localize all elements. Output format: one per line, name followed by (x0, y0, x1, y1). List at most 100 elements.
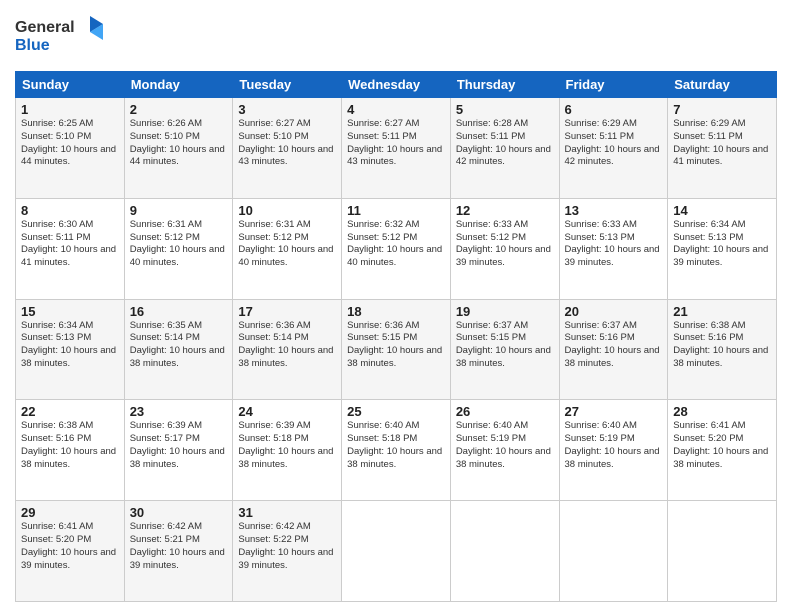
day-number: 14 (673, 203, 771, 218)
header: General Blue (15, 10, 777, 63)
cell-info: Sunrise: 6:40 AMSunset: 5:18 PMDaylight:… (347, 420, 445, 471)
day-number: 30 (130, 505, 228, 520)
calendar-cell: 30Sunrise: 6:42 AMSunset: 5:21 PMDayligh… (124, 501, 233, 602)
week-row-2: 8Sunrise: 6:30 AMSunset: 5:11 PMDaylight… (16, 198, 777, 299)
cell-info: Sunrise: 6:26 AMSunset: 5:10 PMDaylight:… (130, 118, 228, 169)
cell-info: Sunrise: 6:38 AMSunset: 5:16 PMDaylight:… (21, 420, 119, 471)
day-number: 7 (673, 102, 771, 117)
cell-info: Sunrise: 6:36 AMSunset: 5:14 PMDaylight:… (238, 320, 336, 371)
cell-info: Sunrise: 6:31 AMSunset: 5:12 PMDaylight:… (238, 219, 336, 270)
cell-info: Sunrise: 6:40 AMSunset: 5:19 PMDaylight:… (565, 420, 663, 471)
weekday-tuesday: Tuesday (233, 72, 342, 98)
calendar-cell: 8Sunrise: 6:30 AMSunset: 5:11 PMDaylight… (16, 198, 125, 299)
weekday-sunday: Sunday (16, 72, 125, 98)
day-number: 4 (347, 102, 445, 117)
cell-info: Sunrise: 6:29 AMSunset: 5:11 PMDaylight:… (673, 118, 771, 169)
calendar-cell: 20Sunrise: 6:37 AMSunset: 5:16 PMDayligh… (559, 299, 668, 400)
day-number: 29 (21, 505, 119, 520)
day-number: 13 (565, 203, 663, 218)
calendar-cell (668, 501, 777, 602)
calendar-cell: 10Sunrise: 6:31 AMSunset: 5:12 PMDayligh… (233, 198, 342, 299)
weekday-thursday: Thursday (450, 72, 559, 98)
week-row-4: 22Sunrise: 6:38 AMSunset: 5:16 PMDayligh… (16, 400, 777, 501)
cell-info: Sunrise: 6:29 AMSunset: 5:11 PMDaylight:… (565, 118, 663, 169)
cell-info: Sunrise: 6:41 AMSunset: 5:20 PMDaylight:… (673, 420, 771, 471)
cell-info: Sunrise: 6:42 AMSunset: 5:21 PMDaylight:… (130, 521, 228, 572)
calendar-table: SundayMondayTuesdayWednesdayThursdayFrid… (15, 71, 777, 602)
day-number: 24 (238, 404, 336, 419)
day-number: 15 (21, 304, 119, 319)
calendar-cell: 17Sunrise: 6:36 AMSunset: 5:14 PMDayligh… (233, 299, 342, 400)
cell-info: Sunrise: 6:39 AMSunset: 5:18 PMDaylight:… (238, 420, 336, 471)
day-number: 25 (347, 404, 445, 419)
calendar-cell: 24Sunrise: 6:39 AMSunset: 5:18 PMDayligh… (233, 400, 342, 501)
logo-text: General Blue (15, 14, 105, 63)
day-number: 21 (673, 304, 771, 319)
calendar-cell: 3Sunrise: 6:27 AMSunset: 5:10 PMDaylight… (233, 98, 342, 199)
weekday-monday: Monday (124, 72, 233, 98)
calendar-cell: 29Sunrise: 6:41 AMSunset: 5:20 PMDayligh… (16, 501, 125, 602)
calendar-cell: 16Sunrise: 6:35 AMSunset: 5:14 PMDayligh… (124, 299, 233, 400)
cell-info: Sunrise: 6:28 AMSunset: 5:11 PMDaylight:… (456, 118, 554, 169)
day-number: 9 (130, 203, 228, 218)
calendar-cell (342, 501, 451, 602)
day-number: 28 (673, 404, 771, 419)
day-number: 6 (565, 102, 663, 117)
weekday-friday: Friday (559, 72, 668, 98)
calendar-cell: 18Sunrise: 6:36 AMSunset: 5:15 PMDayligh… (342, 299, 451, 400)
calendar-cell: 7Sunrise: 6:29 AMSunset: 5:11 PMDaylight… (668, 98, 777, 199)
cell-info: Sunrise: 6:27 AMSunset: 5:10 PMDaylight:… (238, 118, 336, 169)
calendar-cell: 28Sunrise: 6:41 AMSunset: 5:20 PMDayligh… (668, 400, 777, 501)
cell-info: Sunrise: 6:39 AMSunset: 5:17 PMDaylight:… (130, 420, 228, 471)
calendar-cell: 13Sunrise: 6:33 AMSunset: 5:13 PMDayligh… (559, 198, 668, 299)
day-number: 26 (456, 404, 554, 419)
svg-text:General: General (15, 19, 75, 36)
calendar-cell: 4Sunrise: 6:27 AMSunset: 5:11 PMDaylight… (342, 98, 451, 199)
day-number: 12 (456, 203, 554, 218)
logo: General Blue (15, 14, 105, 63)
calendar-cell: 26Sunrise: 6:40 AMSunset: 5:19 PMDayligh… (450, 400, 559, 501)
cell-info: Sunrise: 6:36 AMSunset: 5:15 PMDaylight:… (347, 320, 445, 371)
day-number: 3 (238, 102, 336, 117)
calendar-cell: 11Sunrise: 6:32 AMSunset: 5:12 PMDayligh… (342, 198, 451, 299)
cell-info: Sunrise: 6:33 AMSunset: 5:12 PMDaylight:… (456, 219, 554, 270)
week-row-3: 15Sunrise: 6:34 AMSunset: 5:13 PMDayligh… (16, 299, 777, 400)
cell-info: Sunrise: 6:40 AMSunset: 5:19 PMDaylight:… (456, 420, 554, 471)
day-number: 2 (130, 102, 228, 117)
cell-info: Sunrise: 6:41 AMSunset: 5:20 PMDaylight:… (21, 521, 119, 572)
cell-info: Sunrise: 6:32 AMSunset: 5:12 PMDaylight:… (347, 219, 445, 270)
day-number: 17 (238, 304, 336, 319)
svg-text:Blue: Blue (15, 37, 50, 54)
cell-info: Sunrise: 6:30 AMSunset: 5:11 PMDaylight:… (21, 219, 119, 270)
calendar-cell: 6Sunrise: 6:29 AMSunset: 5:11 PMDaylight… (559, 98, 668, 199)
cell-info: Sunrise: 6:37 AMSunset: 5:15 PMDaylight:… (456, 320, 554, 371)
calendar-cell: 1Sunrise: 6:25 AMSunset: 5:10 PMDaylight… (16, 98, 125, 199)
calendar-cell: 5Sunrise: 6:28 AMSunset: 5:11 PMDaylight… (450, 98, 559, 199)
calendar-cell: 15Sunrise: 6:34 AMSunset: 5:13 PMDayligh… (16, 299, 125, 400)
day-number: 23 (130, 404, 228, 419)
day-number: 22 (21, 404, 119, 419)
day-number: 31 (238, 505, 336, 520)
day-number: 8 (21, 203, 119, 218)
day-number: 16 (130, 304, 228, 319)
calendar-cell: 31Sunrise: 6:42 AMSunset: 5:22 PMDayligh… (233, 501, 342, 602)
cell-info: Sunrise: 6:34 AMSunset: 5:13 PMDaylight:… (21, 320, 119, 371)
day-number: 5 (456, 102, 554, 117)
weekday-header-row: SundayMondayTuesdayWednesdayThursdayFrid… (16, 72, 777, 98)
calendar-cell: 2Sunrise: 6:26 AMSunset: 5:10 PMDaylight… (124, 98, 233, 199)
cell-info: Sunrise: 6:42 AMSunset: 5:22 PMDaylight:… (238, 521, 336, 572)
calendar-cell: 27Sunrise: 6:40 AMSunset: 5:19 PMDayligh… (559, 400, 668, 501)
page: General Blue SundayMondayTuesdayWednesda… (0, 0, 792, 612)
week-row-5: 29Sunrise: 6:41 AMSunset: 5:20 PMDayligh… (16, 501, 777, 602)
week-row-1: 1Sunrise: 6:25 AMSunset: 5:10 PMDaylight… (16, 98, 777, 199)
cell-info: Sunrise: 6:34 AMSunset: 5:13 PMDaylight:… (673, 219, 771, 270)
calendar-cell: 12Sunrise: 6:33 AMSunset: 5:12 PMDayligh… (450, 198, 559, 299)
cell-info: Sunrise: 6:37 AMSunset: 5:16 PMDaylight:… (565, 320, 663, 371)
day-number: 18 (347, 304, 445, 319)
day-number: 1 (21, 102, 119, 117)
cell-info: Sunrise: 6:38 AMSunset: 5:16 PMDaylight:… (673, 320, 771, 371)
calendar-cell: 19Sunrise: 6:37 AMSunset: 5:15 PMDayligh… (450, 299, 559, 400)
day-number: 20 (565, 304, 663, 319)
day-number: 10 (238, 203, 336, 218)
weekday-wednesday: Wednesday (342, 72, 451, 98)
